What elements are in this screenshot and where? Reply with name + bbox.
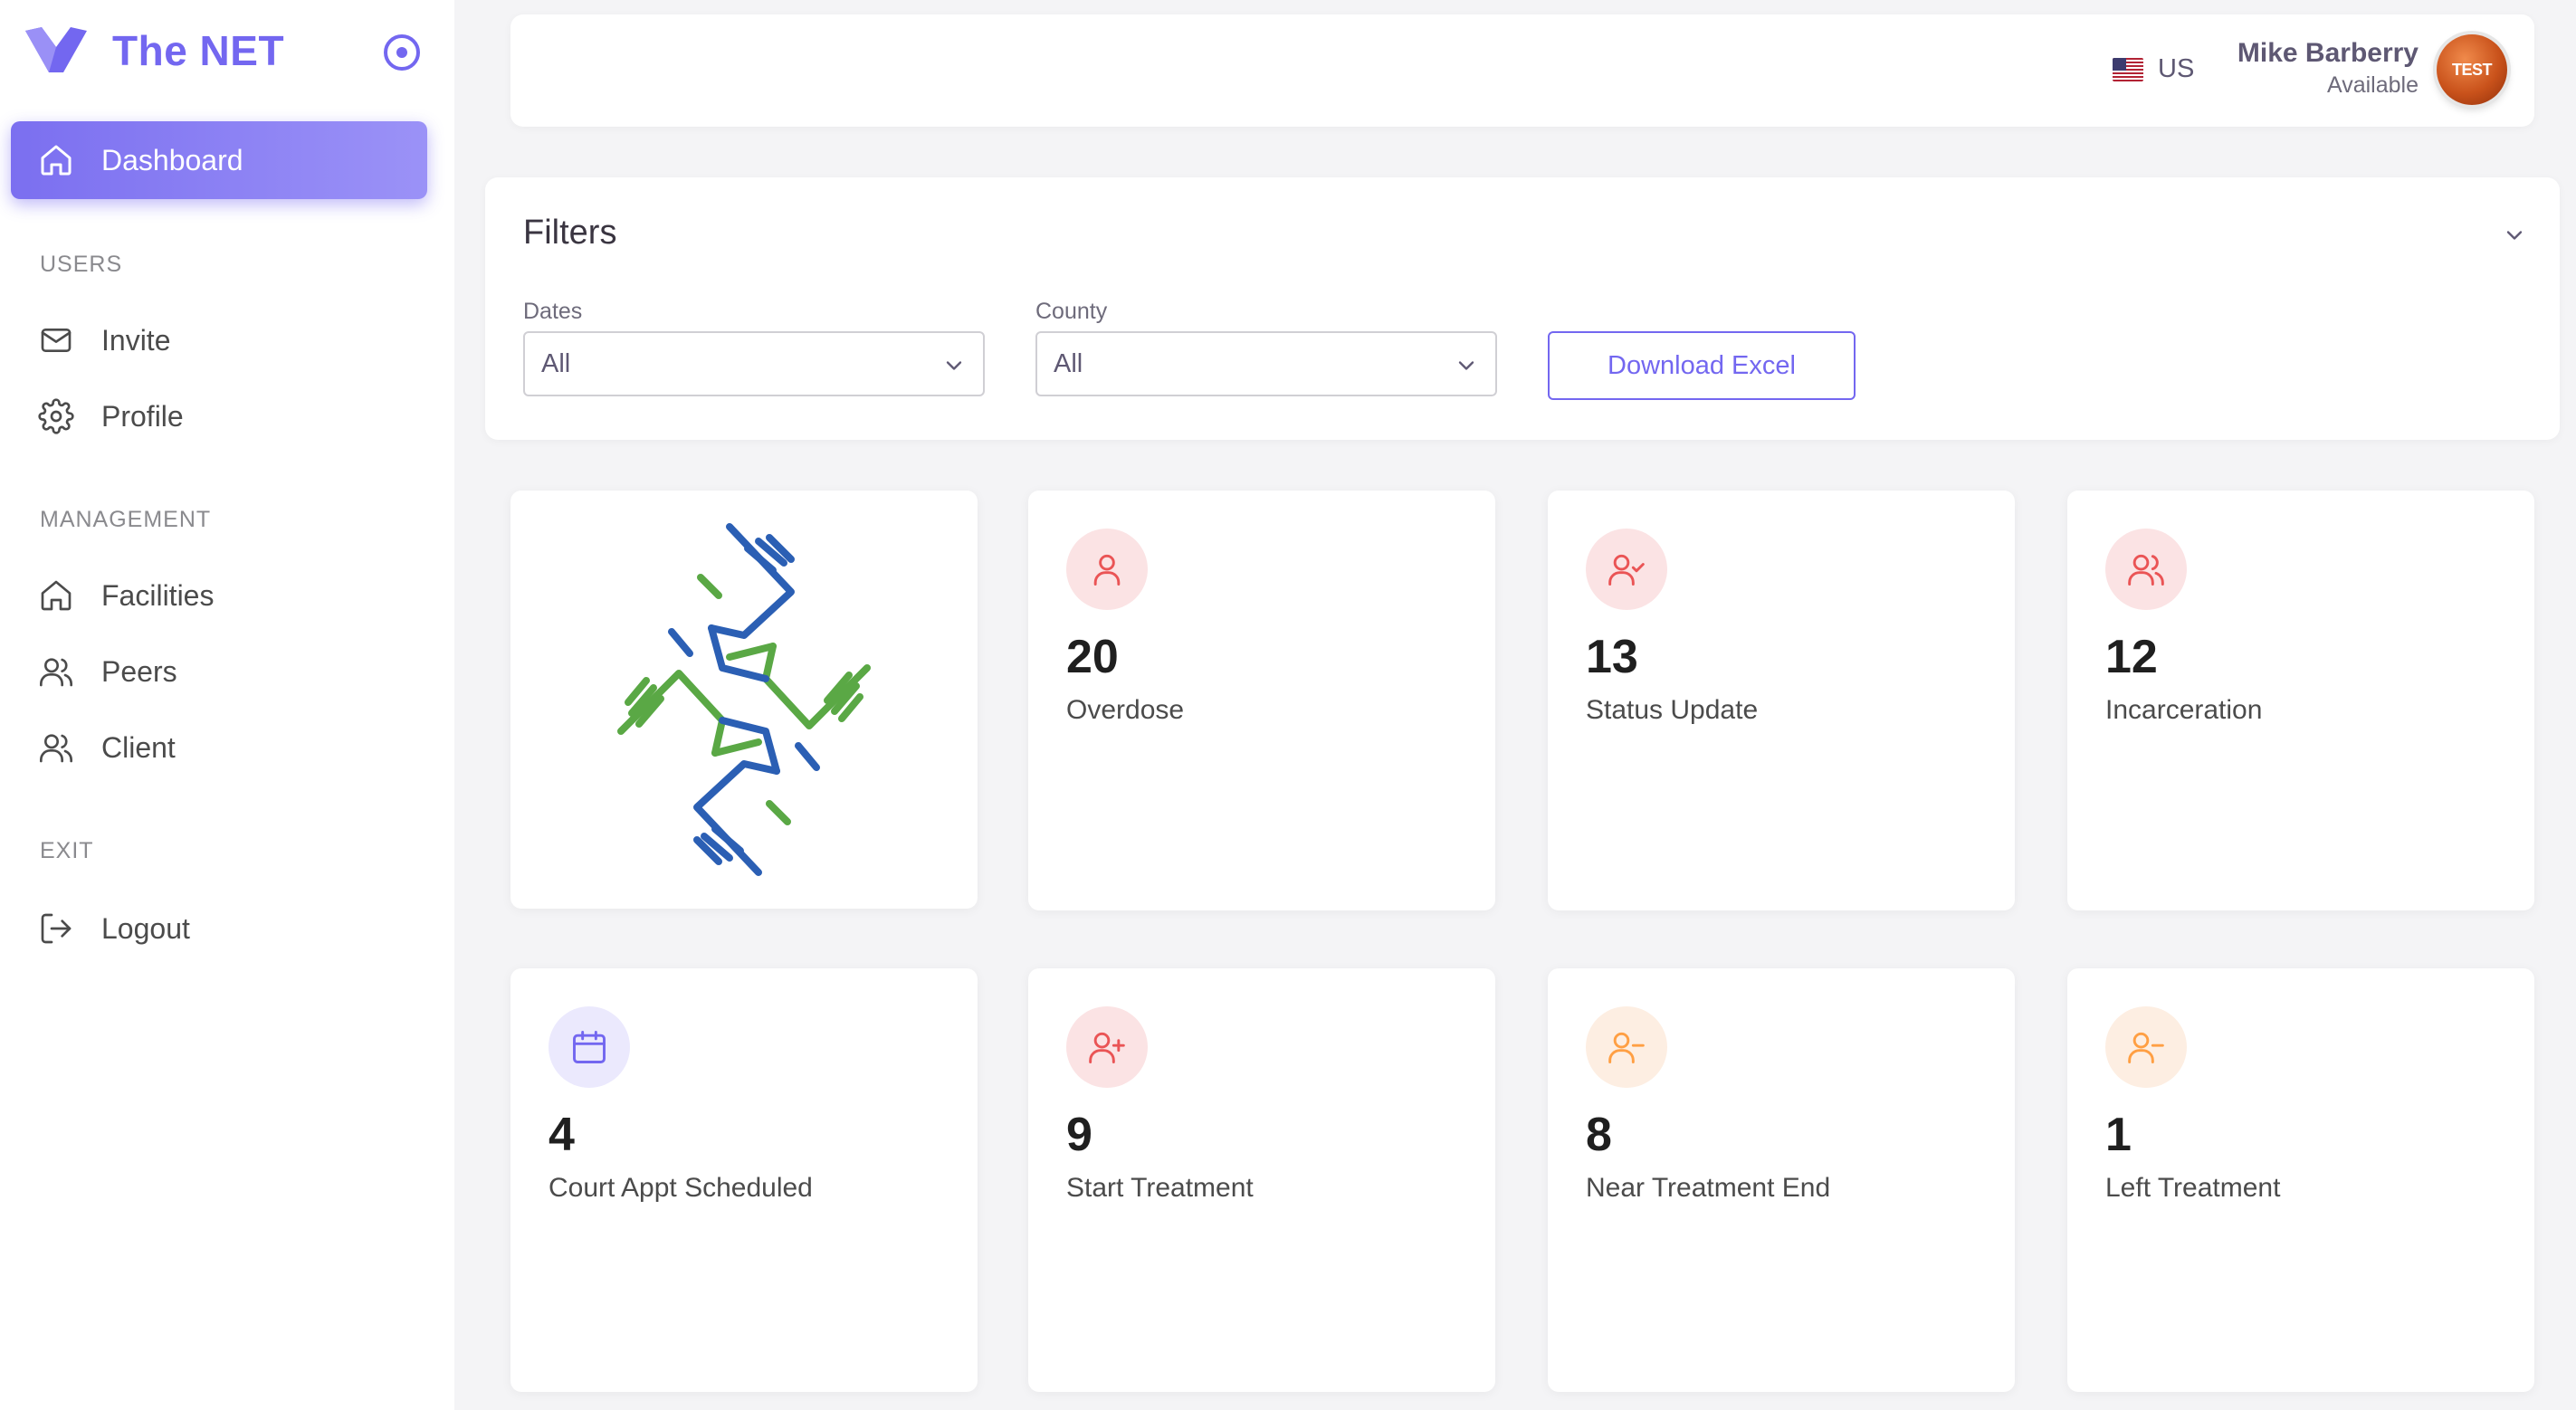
- sidebar-item-label: Profile: [101, 399, 184, 433]
- stat-label: Near Treatment End: [1586, 1173, 1831, 1203]
- avatar-text: TEST: [2451, 60, 2493, 79]
- gear-icon: [38, 398, 74, 434]
- section-title-management: MANAGEMENT: [40, 507, 212, 532]
- section-title-users: USERS: [40, 252, 123, 277]
- users-icon: [40, 734, 72, 763]
- calendar-icon: [549, 1006, 630, 1088]
- brand-logo-icon: [25, 27, 87, 72]
- language-label: US: [2158, 54, 2195, 83]
- users-icon: [2105, 529, 2187, 610]
- stat-label: Status Update: [1586, 695, 1759, 725]
- sidebar-item-client[interactable]: Client: [11, 715, 427, 780]
- sidebar-item-label: Peers: [101, 654, 177, 688]
- users-icon: [40, 658, 72, 687]
- stat-value: 1: [2105, 1109, 2132, 1161]
- sidebar-item-logout[interactable]: Logout: [11, 896, 427, 961]
- user-plus-icon: [1066, 1006, 1148, 1088]
- stat-value: 8: [1586, 1109, 1612, 1161]
- sidebar-item-label: Logout: [101, 911, 190, 945]
- user-minus-icon: [1586, 1006, 1667, 1088]
- stat-card-incarceration[interactable]: 12 Incarceration: [2067, 491, 2534, 910]
- stat-card-near-treatment-end[interactable]: 8 Near Treatment End: [1548, 968, 2015, 1392]
- logout-icon: [41, 913, 72, 944]
- sidebar-item-peers[interactable]: Peers: [11, 639, 427, 704]
- dates-select[interactable]: All: [523, 331, 985, 396]
- user-check-icon: [1586, 529, 1667, 610]
- user-icon: [1066, 529, 1148, 610]
- home-icon: [41, 580, 72, 611]
- stat-label: Court Appt Scheduled: [549, 1173, 813, 1203]
- stat-card-status-update[interactable]: 13 Status Update: [1548, 491, 2015, 910]
- sidebar-item-facilities[interactable]: Facilities: [11, 563, 427, 628]
- stat-value: 12: [2105, 631, 2158, 683]
- sidebar-item-dashboard[interactable]: Dashboard: [11, 121, 427, 199]
- brand-name: The NET: [112, 27, 285, 74]
- county-select[interactable]: All: [1035, 331, 1497, 396]
- county-select-value: All: [1054, 348, 1083, 378]
- mail-icon: [41, 329, 72, 352]
- stat-card-court-appt[interactable]: 4 Court Appt Scheduled: [510, 968, 978, 1392]
- stat-card-left-treatment[interactable]: 1 Left Treatment: [2067, 968, 2534, 1392]
- sidebar-toggle-icon[interactable]: [384, 34, 420, 71]
- filters-panel: Filters Dates All County All Download Ex…: [485, 177, 2560, 440]
- stat-label: Incarceration: [2105, 695, 2263, 725]
- dates-label: Dates: [523, 299, 583, 324]
- sidebar-item-label: Invite: [101, 323, 171, 357]
- stat-value: 13: [1586, 631, 1638, 683]
- language-selector[interactable]: US: [2113, 54, 2194, 84]
- stat-label: Left Treatment: [2105, 1173, 2281, 1203]
- top-navbar: US Mike Barberry Available TEST: [510, 14, 2534, 127]
- user-status: Available: [2326, 72, 2419, 98]
- sidebar-item-label: Client: [101, 730, 176, 764]
- chevron-down-icon[interactable]: [2502, 223, 2527, 248]
- stat-value: 20: [1066, 631, 1119, 683]
- stat-card-start-treatment[interactable]: 9 Start Treatment: [1028, 968, 1495, 1392]
- user-minus-icon: [2105, 1006, 2187, 1088]
- stat-label: Overdose: [1066, 695, 1185, 725]
- sidebar-item-profile[interactable]: Profile: [11, 384, 427, 449]
- stat-value: 4: [549, 1109, 575, 1161]
- sidebar-item-label: Facilities: [101, 578, 215, 612]
- chevron-down-icon: [1458, 361, 1474, 370]
- home-icon: [41, 145, 72, 176]
- sidebar-item-label: Dashboard: [101, 143, 243, 176]
- download-excel-button[interactable]: Download Excel: [1548, 331, 1856, 400]
- sidebar: The NET Dashboard USERS Invite Profile M…: [0, 0, 454, 1410]
- stat-value: 9: [1066, 1109, 1092, 1161]
- sidebar-item-invite[interactable]: Invite: [11, 308, 427, 373]
- section-title-exit: EXIT: [40, 838, 94, 863]
- us-flag-icon: [2113, 57, 2143, 81]
- brand[interactable]: The NET: [24, 24, 284, 78]
- dates-select-value: All: [541, 348, 571, 378]
- chevron-down-icon: [946, 361, 962, 370]
- user-name[interactable]: Mike Barberry: [2237, 38, 2419, 69]
- filters-title: Filters: [523, 214, 617, 252]
- logo-card: [510, 491, 978, 909]
- hands-logo-icon: [617, 523, 871, 876]
- county-label: County: [1035, 299, 1108, 324]
- stat-card-overdose[interactable]: 20 Overdose: [1028, 491, 1495, 910]
- avatar[interactable]: TEST: [2437, 34, 2507, 105]
- stat-label: Start Treatment: [1066, 1173, 1254, 1203]
